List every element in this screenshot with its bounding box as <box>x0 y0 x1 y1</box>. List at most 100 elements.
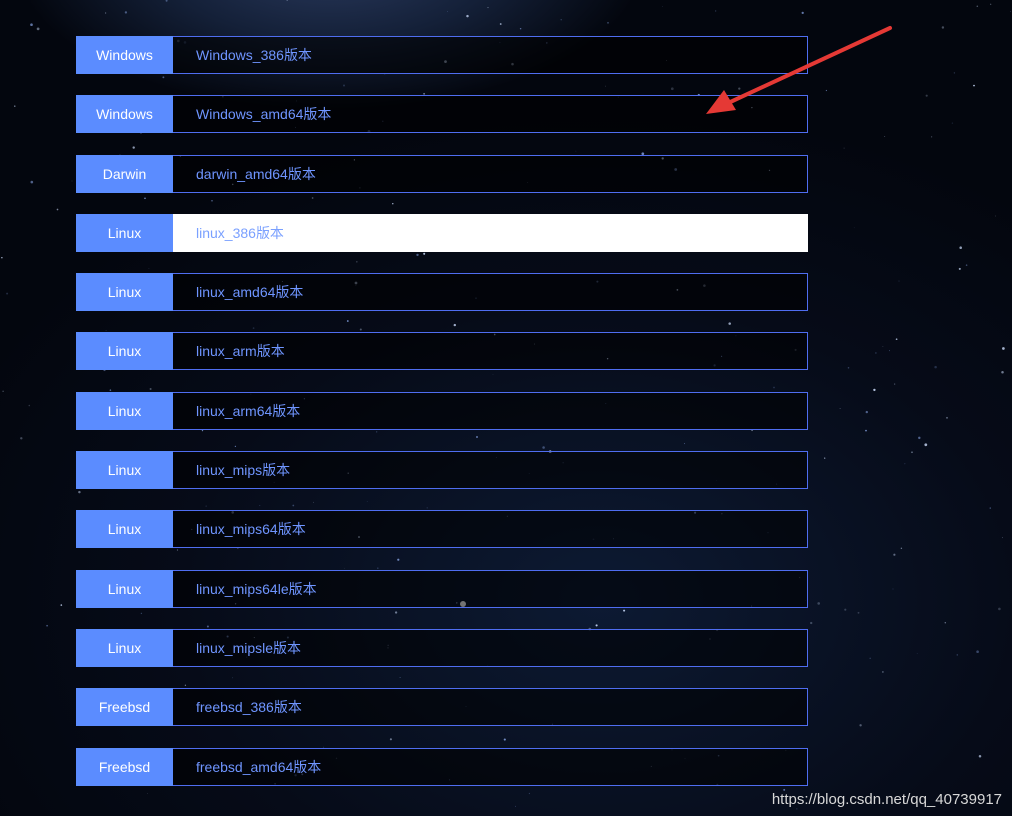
star <box>560 19 562 21</box>
star <box>6 292 9 295</box>
star <box>965 264 968 266</box>
star <box>882 671 884 673</box>
star <box>865 410 868 414</box>
download-row-linux-mips64[interactable]: Linux linux_mips64版本 <box>76 510 808 549</box>
star <box>165 0 168 2</box>
star <box>844 608 847 611</box>
star <box>801 11 804 15</box>
star <box>853 227 855 229</box>
star <box>944 621 947 624</box>
download-row-linux-mipsle[interactable]: Linux linux_mipsle版本 <box>76 628 808 667</box>
download-list: Windows Windows_386版本 Windows Windows_am… <box>76 36 808 807</box>
star <box>990 3 992 5</box>
version-link[interactable]: linux_arm64版本 <box>173 391 808 430</box>
star <box>911 451 913 454</box>
star <box>900 547 903 549</box>
star <box>661 5 663 7</box>
star <box>839 408 841 409</box>
star <box>286 0 288 1</box>
star <box>715 10 717 12</box>
version-link[interactable]: linux_mips64le版本 <box>173 569 808 608</box>
download-row-linux-386[interactable]: Linux linux_386版本 <box>76 213 808 252</box>
star <box>873 388 876 392</box>
version-link[interactable]: linux_amd64版本 <box>173 273 808 312</box>
star <box>893 553 896 556</box>
star <box>976 650 979 654</box>
os-badge: Linux <box>76 213 173 252</box>
os-badge: Freebsd <box>76 747 173 786</box>
os-badge: Linux <box>76 451 173 490</box>
os-badge: Linux <box>76 628 173 667</box>
star <box>978 755 982 758</box>
star <box>487 7 489 9</box>
download-row-linux-mips64le[interactable]: Linux linux_mips64le版本 <box>76 569 808 608</box>
download-row-linux-arm64[interactable]: Linux linux_arm64版本 <box>76 391 808 430</box>
star <box>941 26 945 29</box>
os-badge: Freebsd <box>76 688 173 727</box>
download-row-windows-386[interactable]: Windows Windows_386版本 <box>76 36 808 74</box>
download-row-linux-mips[interactable]: Linux linux_mips版本 <box>76 451 808 490</box>
os-badge: Linux <box>76 569 173 608</box>
star <box>875 352 877 354</box>
star <box>71 180 73 182</box>
version-link[interactable]: freebsd_amd64版本 <box>173 747 808 786</box>
version-link[interactable]: linux_mips64版本 <box>173 510 808 549</box>
star <box>1001 537 1003 539</box>
os-badge: Darwin <box>76 154 173 193</box>
star <box>1002 347 1005 350</box>
download-row-linux-amd64[interactable]: Linux linux_amd64版本 <box>76 273 808 312</box>
star <box>859 724 862 727</box>
star <box>973 84 975 87</box>
version-link[interactable]: linux_mips版本 <box>173 451 808 490</box>
star <box>1001 371 1004 374</box>
star <box>989 507 991 509</box>
download-row-darwin-amd64[interactable]: Darwin darwin_amd64版本 <box>76 154 808 193</box>
star <box>865 429 867 432</box>
star <box>447 11 448 12</box>
star <box>889 350 890 352</box>
star <box>810 621 813 625</box>
version-link[interactable]: linux_386版本 <box>173 213 808 252</box>
annotation-arrow-icon <box>706 26 892 114</box>
star <box>904 463 906 465</box>
star <box>976 5 979 8</box>
star <box>607 21 609 24</box>
star <box>953 72 956 74</box>
star <box>959 246 962 249</box>
star <box>796 808 798 810</box>
os-badge: Linux <box>76 332 173 371</box>
star <box>30 23 33 27</box>
star <box>499 23 502 25</box>
download-row-windows-amd64[interactable]: Windows Windows_amd64版本 <box>76 95 808 134</box>
star <box>1010 11 1011 12</box>
version-link[interactable]: darwin_amd64版本 <box>173 154 808 193</box>
os-badge: Windows <box>76 95 173 134</box>
star <box>2 390 4 393</box>
star <box>925 94 928 97</box>
download-row-linux-arm[interactable]: Linux linux_arm版本 <box>76 332 808 371</box>
version-link[interactable]: freebsd_386版本 <box>173 688 808 727</box>
version-link[interactable]: linux_mipsle版本 <box>173 628 808 667</box>
star <box>931 136 933 138</box>
star <box>36 27 40 31</box>
star <box>995 215 996 217</box>
star <box>894 383 896 385</box>
star <box>951 122 954 124</box>
os-badge: Linux <box>76 391 173 430</box>
star <box>30 180 34 184</box>
star <box>895 338 898 341</box>
star <box>46 624 48 627</box>
star <box>60 604 63 606</box>
watermark: https://blog.csdn.net/qq_40739917 <box>771 791 1002 808</box>
star <box>898 280 900 282</box>
download-row-freebsd-386[interactable]: Freebsd freebsd_386版本 <box>76 688 808 727</box>
star <box>916 653 918 654</box>
download-row-freebsd-amd64[interactable]: Freebsd freebsd_amd64版本 <box>76 747 808 786</box>
os-badge: Linux <box>76 510 173 549</box>
star <box>824 457 826 459</box>
star <box>28 404 31 407</box>
star <box>958 267 961 270</box>
star <box>892 588 894 590</box>
star <box>519 27 522 30</box>
version-link[interactable]: linux_arm版本 <box>173 332 808 371</box>
